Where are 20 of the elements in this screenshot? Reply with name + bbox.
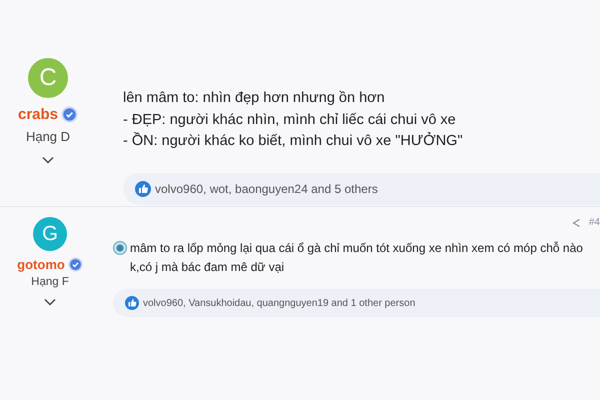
share-icon[interactable] [572,218,581,228]
post-text: - ĐẸP: người khác nhìn, mình chỉ liếc cái chui vô xe [123,110,457,130]
verified-badge-icon [68,257,83,272]
avatar[interactable]: C [28,58,68,98]
chevron-down-icon[interactable] [42,156,54,164]
avatar[interactable]: G [33,217,67,251]
verified-badge-icon [61,106,78,123]
username-link[interactable]: gotomo [17,257,65,272]
post-text: lên mâm to: nhìn đẹp hơn nhưng ồn hơn [123,89,386,108]
chevron-down-icon[interactable] [44,298,56,306]
like-icon [135,180,151,196]
username-link[interactable]: crabs [18,106,58,123]
post-text: - ỒN: người khác ko biết, mình chui vô xe "HƯỞNG" [123,131,464,151]
post-text: mâm to ra lốp mỏng lại qua cái ổ gà chỉ muốn tót xuống xe nhìn xem có móp chỗ nào k,có j mà bác đam mê dữ vại [130,240,584,276]
like-icon [125,296,139,310]
reactions-text[interactable]: volvo960, wot, baonguyen24 and 5 others [155,182,378,196]
user-rank: Hạng D [26,129,70,144]
user-rank: Hạng F [31,276,69,288]
post-number-link[interactable]: #4 [588,217,600,228]
reactions-text[interactable]: volvo960, Vansukhoidau, quangnguyen19 and 1 other person [143,298,416,308]
